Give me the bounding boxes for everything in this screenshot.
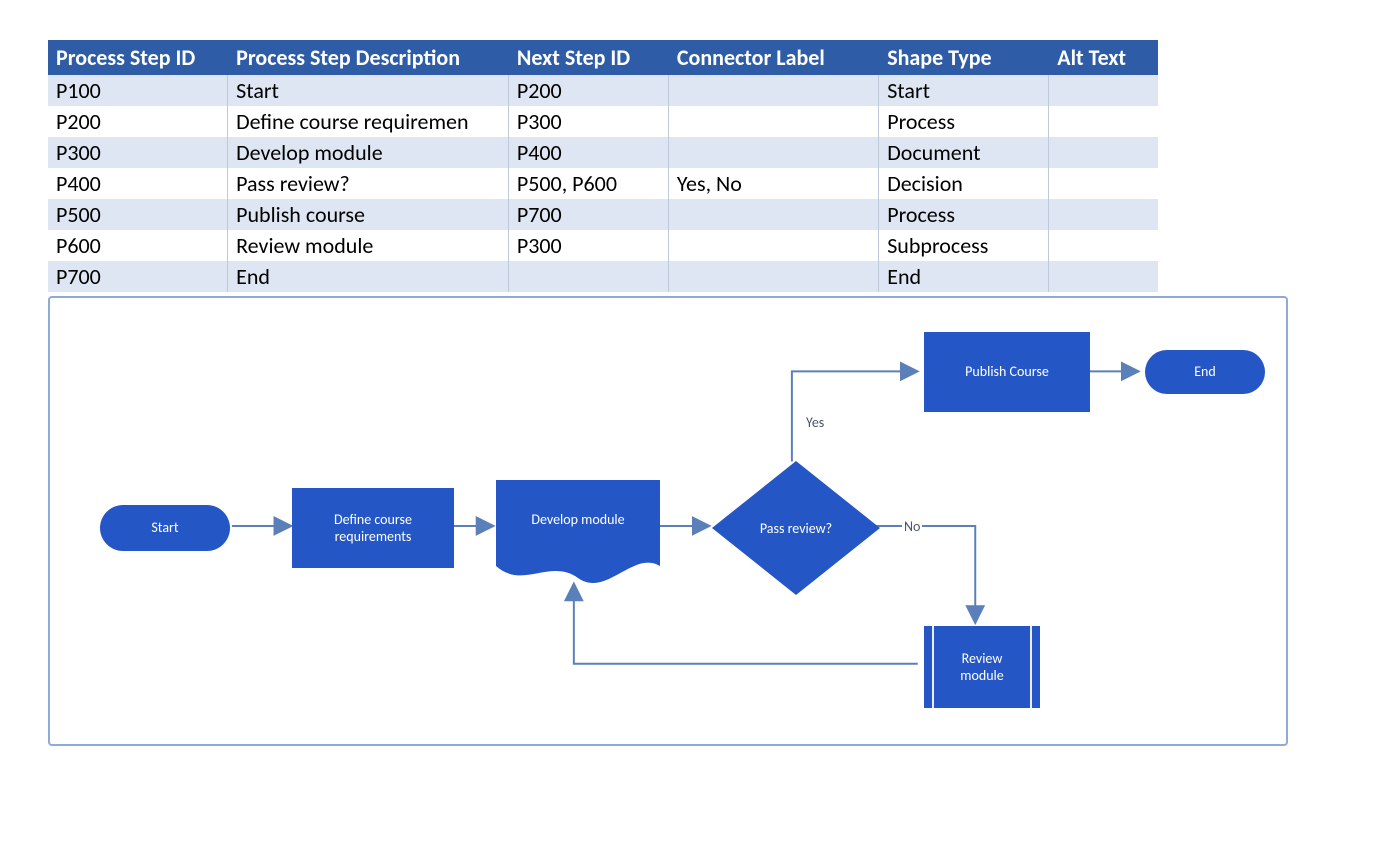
col-header-alt: Alt Text	[1049, 40, 1158, 75]
process-table: Process Step ID Process Step Description…	[48, 40, 1158, 292]
cell-id: P600	[48, 230, 228, 261]
col-header-id: Process Step ID	[48, 40, 228, 75]
shape-publish-process: Publish Course	[924, 332, 1090, 412]
shape-label: Define course requirements	[334, 511, 412, 546]
cell-conn	[668, 106, 878, 137]
shape-end-terminator: End	[1145, 350, 1265, 394]
shape-start-terminator: Start	[100, 505, 230, 551]
shape-label: Develop module	[496, 480, 660, 558]
cell-next: P300	[508, 230, 668, 261]
cell-desc: Define course requiremen	[228, 106, 509, 137]
cell-alt	[1049, 230, 1158, 261]
shape-label: Pass review?	[712, 461, 880, 595]
cell-desc: End	[228, 261, 509, 292]
cell-alt	[1049, 75, 1158, 106]
cell-shape: Decision	[879, 168, 1049, 199]
cell-id: P400	[48, 168, 228, 199]
shape-review-subprocess: Review module	[924, 626, 1040, 708]
table-row: P600 Review module P300 Subprocess	[48, 230, 1158, 261]
cell-desc: Start	[228, 75, 509, 106]
table-row: P300 Develop module P400 Document	[48, 137, 1158, 168]
cell-conn: Yes, No	[668, 168, 878, 199]
table-row: P200 Define course requiremen P300 Proce…	[48, 106, 1158, 137]
table-row: P100 Start P200 Start	[48, 75, 1158, 106]
cell-id: P300	[48, 137, 228, 168]
cell-shape: Process	[879, 199, 1049, 230]
cell-alt	[1049, 168, 1158, 199]
table-body: P100 Start P200 Start P200 Define course…	[48, 75, 1158, 292]
cell-next: P700	[508, 199, 668, 230]
cell-shape: End	[879, 261, 1049, 292]
cell-id: P100	[48, 75, 228, 106]
cell-next: P400	[508, 137, 668, 168]
cell-shape: Process	[879, 106, 1049, 137]
shape-label: End	[1194, 363, 1216, 381]
cell-alt	[1049, 106, 1158, 137]
cell-next: P300	[508, 106, 668, 137]
cell-conn	[668, 261, 878, 292]
cell-shape: Subprocess	[879, 230, 1049, 261]
table-header-row: Process Step ID Process Step Description…	[48, 40, 1158, 75]
cell-next: P500, P600	[508, 168, 668, 199]
shape-define-process: Define course requirements	[292, 488, 454, 568]
connector-label-yes: Yes	[806, 414, 824, 431]
cell-next: P200	[508, 75, 668, 106]
table-row: P700 End End	[48, 261, 1158, 292]
cell-alt	[1049, 137, 1158, 168]
cell-shape: Start	[879, 75, 1049, 106]
shape-decision-diamond: Pass review?	[712, 461, 880, 595]
cell-id: P700	[48, 261, 228, 292]
cell-desc: Review module	[228, 230, 509, 261]
cell-shape: Document	[879, 137, 1049, 168]
col-header-desc: Process Step Description	[228, 40, 509, 75]
cell-alt	[1049, 199, 1158, 230]
col-header-next: Next Step ID	[508, 40, 668, 75]
connector-layer	[50, 298, 1286, 744]
cell-conn	[668, 75, 878, 106]
connector-label-no: No	[902, 518, 922, 535]
cell-desc: Publish course	[228, 199, 509, 230]
cell-desc: Develop module	[228, 137, 509, 168]
cell-conn	[668, 137, 878, 168]
col-header-conn: Connector Label	[668, 40, 878, 75]
table-row: P400 Pass review? P500, P600 Yes, No Dec…	[48, 168, 1158, 199]
shape-label: Start	[151, 519, 178, 537]
cell-next	[508, 261, 668, 292]
col-header-shape: Shape Type	[879, 40, 1049, 75]
shape-develop-document: Develop module	[496, 480, 660, 586]
flowchart-canvas: Start Define course requirements Develop…	[48, 296, 1288, 746]
shape-label: Publish Course	[965, 363, 1049, 381]
shape-label: Review module	[960, 650, 1003, 685]
cell-conn	[668, 199, 878, 230]
cell-id: P200	[48, 106, 228, 137]
table-row: P500 Publish course P700 Process	[48, 199, 1158, 230]
cell-conn	[668, 230, 878, 261]
cell-id: P500	[48, 199, 228, 230]
cell-desc: Pass review?	[228, 168, 509, 199]
cell-alt	[1049, 261, 1158, 292]
